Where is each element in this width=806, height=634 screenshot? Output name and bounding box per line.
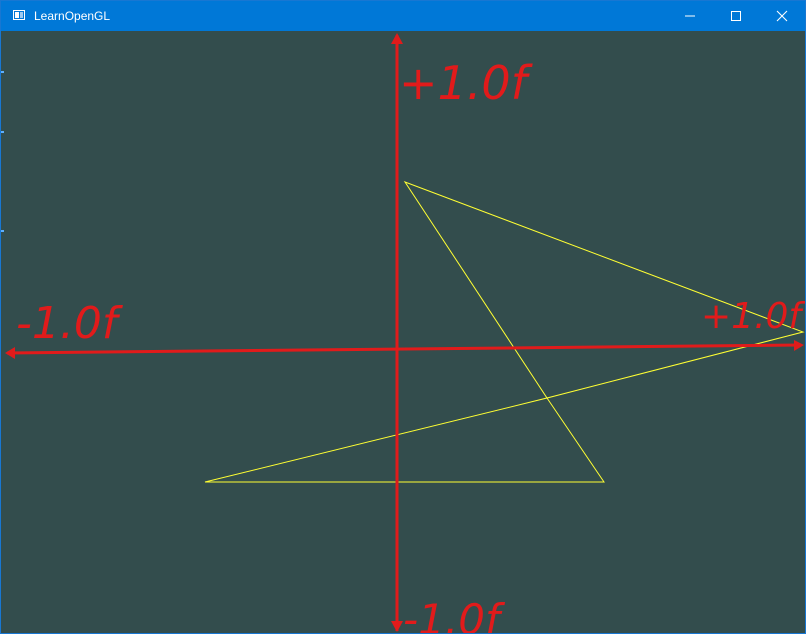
wireframe-triangle-left	[204, 397, 605, 483]
x-axis-right-arrowhead	[794, 340, 804, 351]
y-axis-bottom-arrowhead	[391, 621, 403, 632]
top-axis-label: +1.0f	[399, 56, 533, 110]
y-axis-top-arrowhead	[391, 33, 403, 44]
x-axis-line	[6, 343, 802, 355]
close-icon	[776, 10, 788, 22]
opengl-viewport[interactable]: +1.0f -1.0f +1.0f -1.0f	[1, 31, 805, 633]
x-axis-left-arrowhead	[5, 347, 15, 359]
title-bar[interactable]: LearnOpenGL	[1, 1, 805, 31]
close-button[interactable]	[759, 1, 805, 31]
wireframe-triangle-right	[403, 180, 805, 399]
app-window: LearnOpenGL +1.0f -1.0f +1.0f -1.0f	[0, 0, 806, 634]
maximize-icon	[731, 11, 741, 21]
left-axis-label: -1.0f	[16, 298, 124, 349]
minimize-icon	[685, 15, 695, 17]
gl-drawing-canvas: +1.0f -1.0f +1.0f -1.0f	[5, 33, 805, 633]
bottom-axis-label: -1.0f	[403, 595, 506, 633]
maximize-button[interactable]	[713, 1, 759, 31]
right-axis-label: +1.0f	[701, 296, 805, 337]
window-title: LearnOpenGL	[34, 9, 111, 23]
axis-annotations: +1.0f -1.0f +1.0f -1.0f	[5, 33, 805, 633]
app-icon	[13, 10, 25, 20]
minimize-button[interactable]	[667, 1, 713, 31]
